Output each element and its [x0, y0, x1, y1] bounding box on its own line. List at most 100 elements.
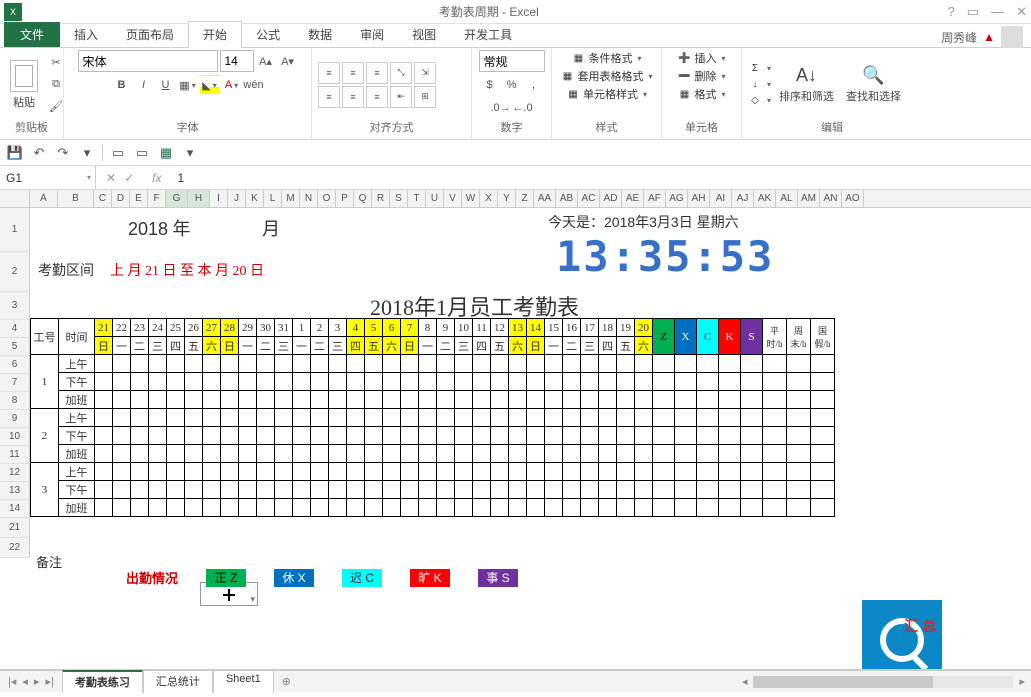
phonetic-button[interactable]: wén [244, 75, 264, 95]
indent-dec-button[interactable]: ⇤ [390, 86, 412, 108]
ribbon-tab-数据[interactable]: 数据 [294, 22, 346, 47]
col-header-K[interactable]: K [246, 190, 264, 207]
col-header-AM[interactable]: AM [798, 190, 820, 207]
col-header-Q[interactable]: Q [354, 190, 372, 207]
help-icon[interactable]: ? [948, 4, 955, 20]
col-header-AJ[interactable]: AJ [732, 190, 754, 207]
align-center-button[interactable]: ≡ [342, 86, 364, 108]
border-button[interactable]: ▦▾ [178, 75, 198, 95]
fill-color-button[interactable]: ◣▾ [200, 75, 220, 95]
row-header-8[interactable]: 8 [0, 392, 30, 410]
formula-input[interactable]: 1 [169, 171, 1031, 185]
qat-btn-2[interactable]: ▭ [133, 144, 151, 162]
restore-icon[interactable]: ▭ [967, 4, 979, 20]
row-header-21[interactable]: 21 [0, 518, 30, 538]
copy-button[interactable]: ⧉ [46, 75, 66, 95]
font-name-combo[interactable] [78, 50, 218, 72]
percent-button[interactable]: % [502, 75, 522, 95]
col-header-AA[interactable]: AA [534, 190, 556, 207]
ribbon-tab-页面布局[interactable]: 页面布局 [112, 22, 188, 47]
number-format-combo[interactable] [479, 50, 545, 72]
col-header-AG[interactable]: AG [666, 190, 688, 207]
find-select-button[interactable]: 🔍查找和选择 [842, 63, 905, 106]
undo-button[interactable]: ↶ [30, 144, 48, 162]
col-header-L[interactable]: L [264, 190, 282, 207]
col-header-E[interactable]: E [130, 190, 148, 207]
file-tab[interactable]: 文件 [4, 22, 60, 47]
col-header-AH[interactable]: AH [688, 190, 710, 207]
ribbon-tab-视图[interactable]: 视图 [398, 22, 450, 47]
decrease-font-button[interactable]: A▾ [278, 51, 298, 71]
bold-button[interactable]: B [112, 75, 132, 95]
formula-cancel-button[interactable]: ✕ [106, 171, 116, 185]
sheet-nav-next[interactable]: ▸ [34, 675, 40, 688]
close-icon[interactable]: ✕ [1016, 4, 1027, 20]
align-left-button[interactable]: ≡ [318, 86, 340, 108]
orientation-button[interactable]: ⤡ [390, 62, 412, 84]
row-header-14[interactable]: 14 [0, 500, 30, 518]
col-header-AC[interactable]: AC [578, 190, 600, 207]
paste-button[interactable]: 粘贴 [6, 58, 42, 112]
ribbon-tab-开发工具[interactable]: 开发工具 [450, 22, 526, 47]
worksheet[interactable]: ABCDEFGHIJKLMNOPQRSTUVWXYZAAABACADAEAFAG… [0, 190, 1031, 670]
underline-button[interactable]: U [156, 75, 176, 95]
row-header-7[interactable]: 7 [0, 374, 30, 392]
hscroll-right[interactable]: ▸ [1013, 675, 1031, 688]
col-header-P[interactable]: P [336, 190, 354, 207]
col-header-I[interactable]: I [210, 190, 228, 207]
col-header-C[interactable]: C [94, 190, 112, 207]
col-header-N[interactable]: N [300, 190, 318, 207]
ribbon-tab-插入[interactable]: 插入 [60, 22, 112, 47]
row-header-22[interactable]: 22 [0, 538, 30, 558]
col-header-AN[interactable]: AN [820, 190, 842, 207]
col-header-T[interactable]: T [408, 190, 426, 207]
comma-button[interactable]: , [524, 75, 544, 95]
sort-filter-button[interactable]: A↓排序和筛选 [775, 63, 838, 106]
qat-more-button[interactable]: ▾ [78, 144, 96, 162]
cell-style-button[interactable]: ▦单元格样式▾ [566, 86, 647, 102]
delete-cells-button[interactable]: ➖删除▾ [677, 68, 725, 84]
ribbon-tab-审阅[interactable]: 审阅 [346, 22, 398, 47]
col-header-Z[interactable]: Z [516, 190, 534, 207]
sum-button[interactable]: Σ▾ [748, 62, 771, 76]
col-header-U[interactable]: U [426, 190, 444, 207]
col-header-AE[interactable]: AE [622, 190, 644, 207]
merge-button[interactable]: ⊞ [414, 86, 436, 108]
currency-button[interactable]: $ [480, 75, 500, 95]
col-header-AL[interactable]: AL [776, 190, 798, 207]
align-bottom-button[interactable]: ≡ [366, 62, 388, 84]
col-header-A[interactable]: A [30, 190, 58, 207]
qat-dd[interactable]: ▾ [181, 144, 199, 162]
sheet-tab-Sheet1[interactable]: Sheet1 [213, 670, 274, 693]
qat-btn-1[interactable]: ▭ [109, 144, 127, 162]
col-header-B[interactable]: B [58, 190, 94, 207]
col-header-AK[interactable]: AK [754, 190, 776, 207]
col-header-Y[interactable]: Y [498, 190, 516, 207]
row-header-9[interactable]: 9 [0, 410, 30, 428]
row-header-11[interactable]: 11 [0, 446, 30, 464]
formula-enter-button[interactable]: ✓ [124, 171, 134, 185]
col-header-AF[interactable]: AF [644, 190, 666, 207]
sheet-nav-prev[interactable]: ◂ [22, 675, 28, 688]
row-header-1[interactable]: 1 [0, 208, 30, 252]
sheet-tab-考勤表练习[interactable]: 考勤表练习 [62, 670, 143, 693]
redo-button[interactable]: ↷ [54, 144, 72, 162]
qat-btn-3[interactable]: ▦ [157, 144, 175, 162]
insert-cells-button[interactable]: ➕插入▾ [677, 50, 725, 66]
font-size-combo[interactable] [220, 50, 254, 72]
row-header-12[interactable]: 12 [0, 464, 30, 482]
col-header-H[interactable]: H [188, 190, 210, 207]
col-header-AI[interactable]: AI [710, 190, 732, 207]
col-header-M[interactable]: M [282, 190, 300, 207]
sheet-nav-last[interactable]: ▸| [45, 675, 53, 688]
format-painter-button[interactable]: 🖌 [46, 97, 66, 117]
increase-font-button[interactable]: A▴ [256, 51, 276, 71]
wrap-text-button[interactable]: ⇲ [414, 62, 436, 84]
col-header-AO[interactable]: AO [842, 190, 864, 207]
align-top-button[interactable]: ≡ [318, 62, 340, 84]
ribbon-tab-开始[interactable]: 开始 [188, 21, 242, 48]
select-all-corner[interactable] [0, 190, 30, 207]
align-right-button[interactable]: ≡ [366, 86, 388, 108]
sheet-tab-汇总统计[interactable]: 汇总统计 [143, 670, 213, 693]
fill-button[interactable]: ↓▾ [748, 78, 771, 92]
